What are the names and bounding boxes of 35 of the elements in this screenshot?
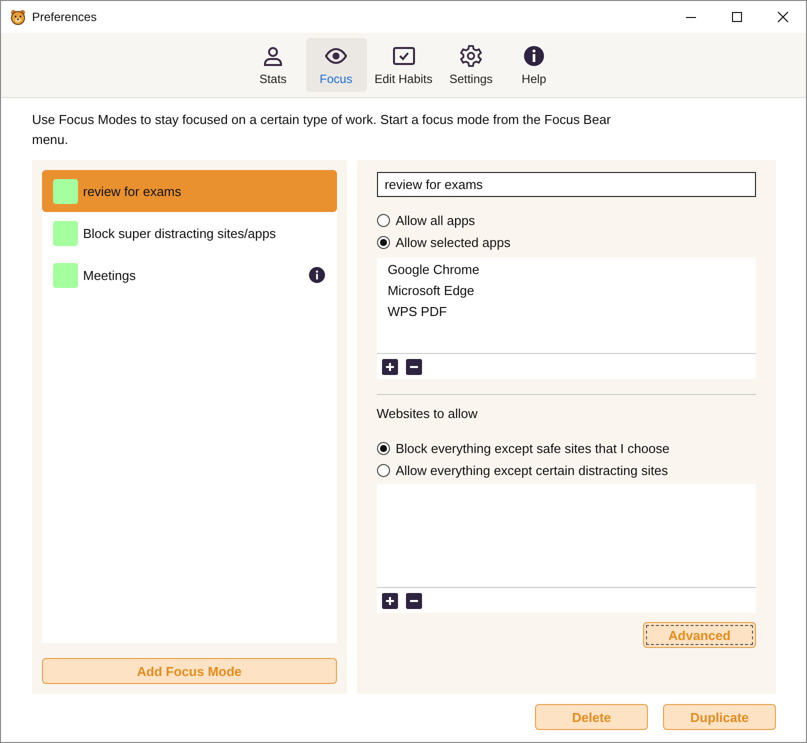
name-field[interactable]: review for exams (376, 172, 756, 197)
bear-logo-icon (10, 9, 26, 25)
info-icon[interactable] (308, 267, 325, 283)
app-option-label: Allow all apps (396, 213, 476, 228)
toolbar-tab[interactable]: Focus (306, 38, 366, 92)
info-icon (522, 44, 546, 68)
person-icon (261, 44, 285, 68)
app-item[interactable]: Microsoft Edge (388, 283, 745, 299)
website-option-label: Allow everything except certain distracting sites (396, 463, 668, 478)
remove-icon[interactable] (406, 358, 422, 374)
settings-icon (459, 44, 483, 68)
website-option-label: Block everything except safe sites that I choose (396, 441, 670, 456)
toolbar-tab[interactable]: Settings (440, 38, 502, 92)
toolbar-tab[interactable]: Edit Habits (368, 38, 438, 92)
add-icon[interactable] (382, 358, 398, 374)
window-title: Preferences (32, 10, 97, 24)
radio-button[interactable] (376, 236, 390, 249)
radio-button[interactable] (376, 214, 390, 227)
close-icon[interactable] (777, 11, 789, 23)
app-item[interactable]: Google Chrome (388, 262, 745, 278)
radio-button[interactable] (376, 464, 390, 477)
description-text: Use Focus Modes to stay focused on a certain type of work. Start a focus mode from the Focus Bear menu. (32, 111, 612, 149)
focus-mode-item[interactable]: review for exams (42, 170, 337, 212)
checkbox-icon (392, 44, 416, 68)
app-option-label: Allow selected apps (396, 235, 510, 250)
add-icon[interactable] (382, 592, 398, 608)
remove-icon[interactable] (406, 592, 422, 608)
toolbar-tab[interactable]: Stats (242, 38, 304, 92)
app-item[interactable]: WPS PDF (388, 304, 745, 320)
websites-heading: Websites to allow (376, 406, 478, 422)
radio-button[interactable] (376, 442, 390, 455)
focus-mode-item[interactable]: Block super distracting sites/apps (42, 212, 337, 254)
focus-mode-item[interactable]: Meetings (42, 254, 337, 296)
maximize-icon[interactable] (731, 11, 743, 23)
toolbar-tab[interactable]: Help (504, 38, 564, 92)
